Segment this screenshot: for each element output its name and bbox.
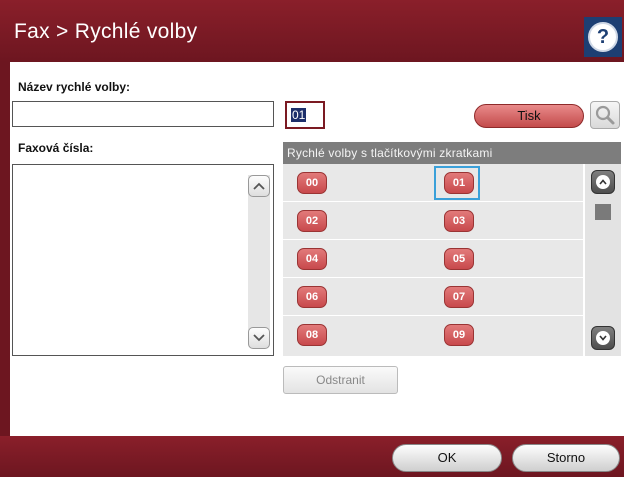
- cancel-button[interactable]: Storno: [512, 444, 620, 472]
- magnifier-icon: [595, 105, 615, 125]
- speed-dial-scroll-down-button[interactable]: [591, 326, 615, 350]
- fax-numbers-label: Faxová čísla:: [18, 141, 94, 155]
- speed-dials-header: Rychlé volby s tlačítkovými zkratkami: [283, 142, 621, 164]
- speed-dial-scrollbar[interactable]: [585, 164, 621, 356]
- delete-button[interactable]: Odstranit: [283, 366, 398, 394]
- speed-dial-name-label: Název rychlé volby:: [18, 80, 131, 94]
- speed-dial-button[interactable]: 05: [444, 248, 474, 270]
- speed-dial-button[interactable]: 06: [297, 286, 327, 308]
- speed-dial-button[interactable]: 03: [444, 210, 474, 232]
- speed-dial-button[interactable]: 04: [297, 248, 327, 270]
- speed-dial-scroll-up-button[interactable]: [591, 170, 615, 194]
- chevron-down-icon: [253, 334, 265, 342]
- speed-dial-button[interactable]: 09: [444, 324, 474, 346]
- speed-dial-row: 04 05: [283, 240, 583, 278]
- speed-dial-number-field[interactable]: 01: [285, 101, 325, 129]
- print-button[interactable]: Tisk: [474, 104, 584, 128]
- chevron-down-icon: [596, 331, 610, 345]
- fax-numbers-scrollbar[interactable]: [248, 175, 270, 345]
- left-frame: [0, 62, 10, 436]
- question-mark-icon: ?: [588, 22, 618, 52]
- page-title: Fax > Rychlé volby: [14, 20, 198, 43]
- speed-dial-scroll-thumb[interactable]: [595, 204, 611, 220]
- speed-dial-number-value: 01: [291, 108, 307, 122]
- speed-dial-button[interactable]: 02: [297, 210, 327, 232]
- speed-dial-name-input[interactable]: [12, 101, 274, 127]
- speed-dial-button[interactable]: 08: [297, 324, 327, 346]
- selection-highlight: [434, 166, 480, 200]
- help-button[interactable]: ?: [584, 17, 622, 57]
- ok-button[interactable]: OK: [392, 444, 502, 472]
- speed-dial-button[interactable]: 00: [297, 172, 327, 194]
- speed-dial-row: 00 01: [283, 164, 583, 202]
- title-bar: Fax > Rychlé volby: [0, 0, 624, 62]
- chevron-up-icon: [596, 175, 610, 189]
- speed-dial-row: 02 03: [283, 202, 583, 240]
- chevron-up-icon: [253, 182, 265, 190]
- fax-numbers-scroll-up-button[interactable]: [248, 175, 270, 197]
- speed-dial-button[interactable]: 07: [444, 286, 474, 308]
- fax-numbers-list[interactable]: [12, 164, 274, 356]
- speed-dial-grid: 00 01 02 03 04 05 06 07 08 09: [283, 164, 583, 356]
- speed-dial-row: 06 07: [283, 278, 583, 316]
- fax-numbers-scroll-down-button[interactable]: [248, 327, 270, 349]
- speed-dial-row: 08 09: [283, 316, 583, 354]
- search-button[interactable]: [590, 101, 620, 129]
